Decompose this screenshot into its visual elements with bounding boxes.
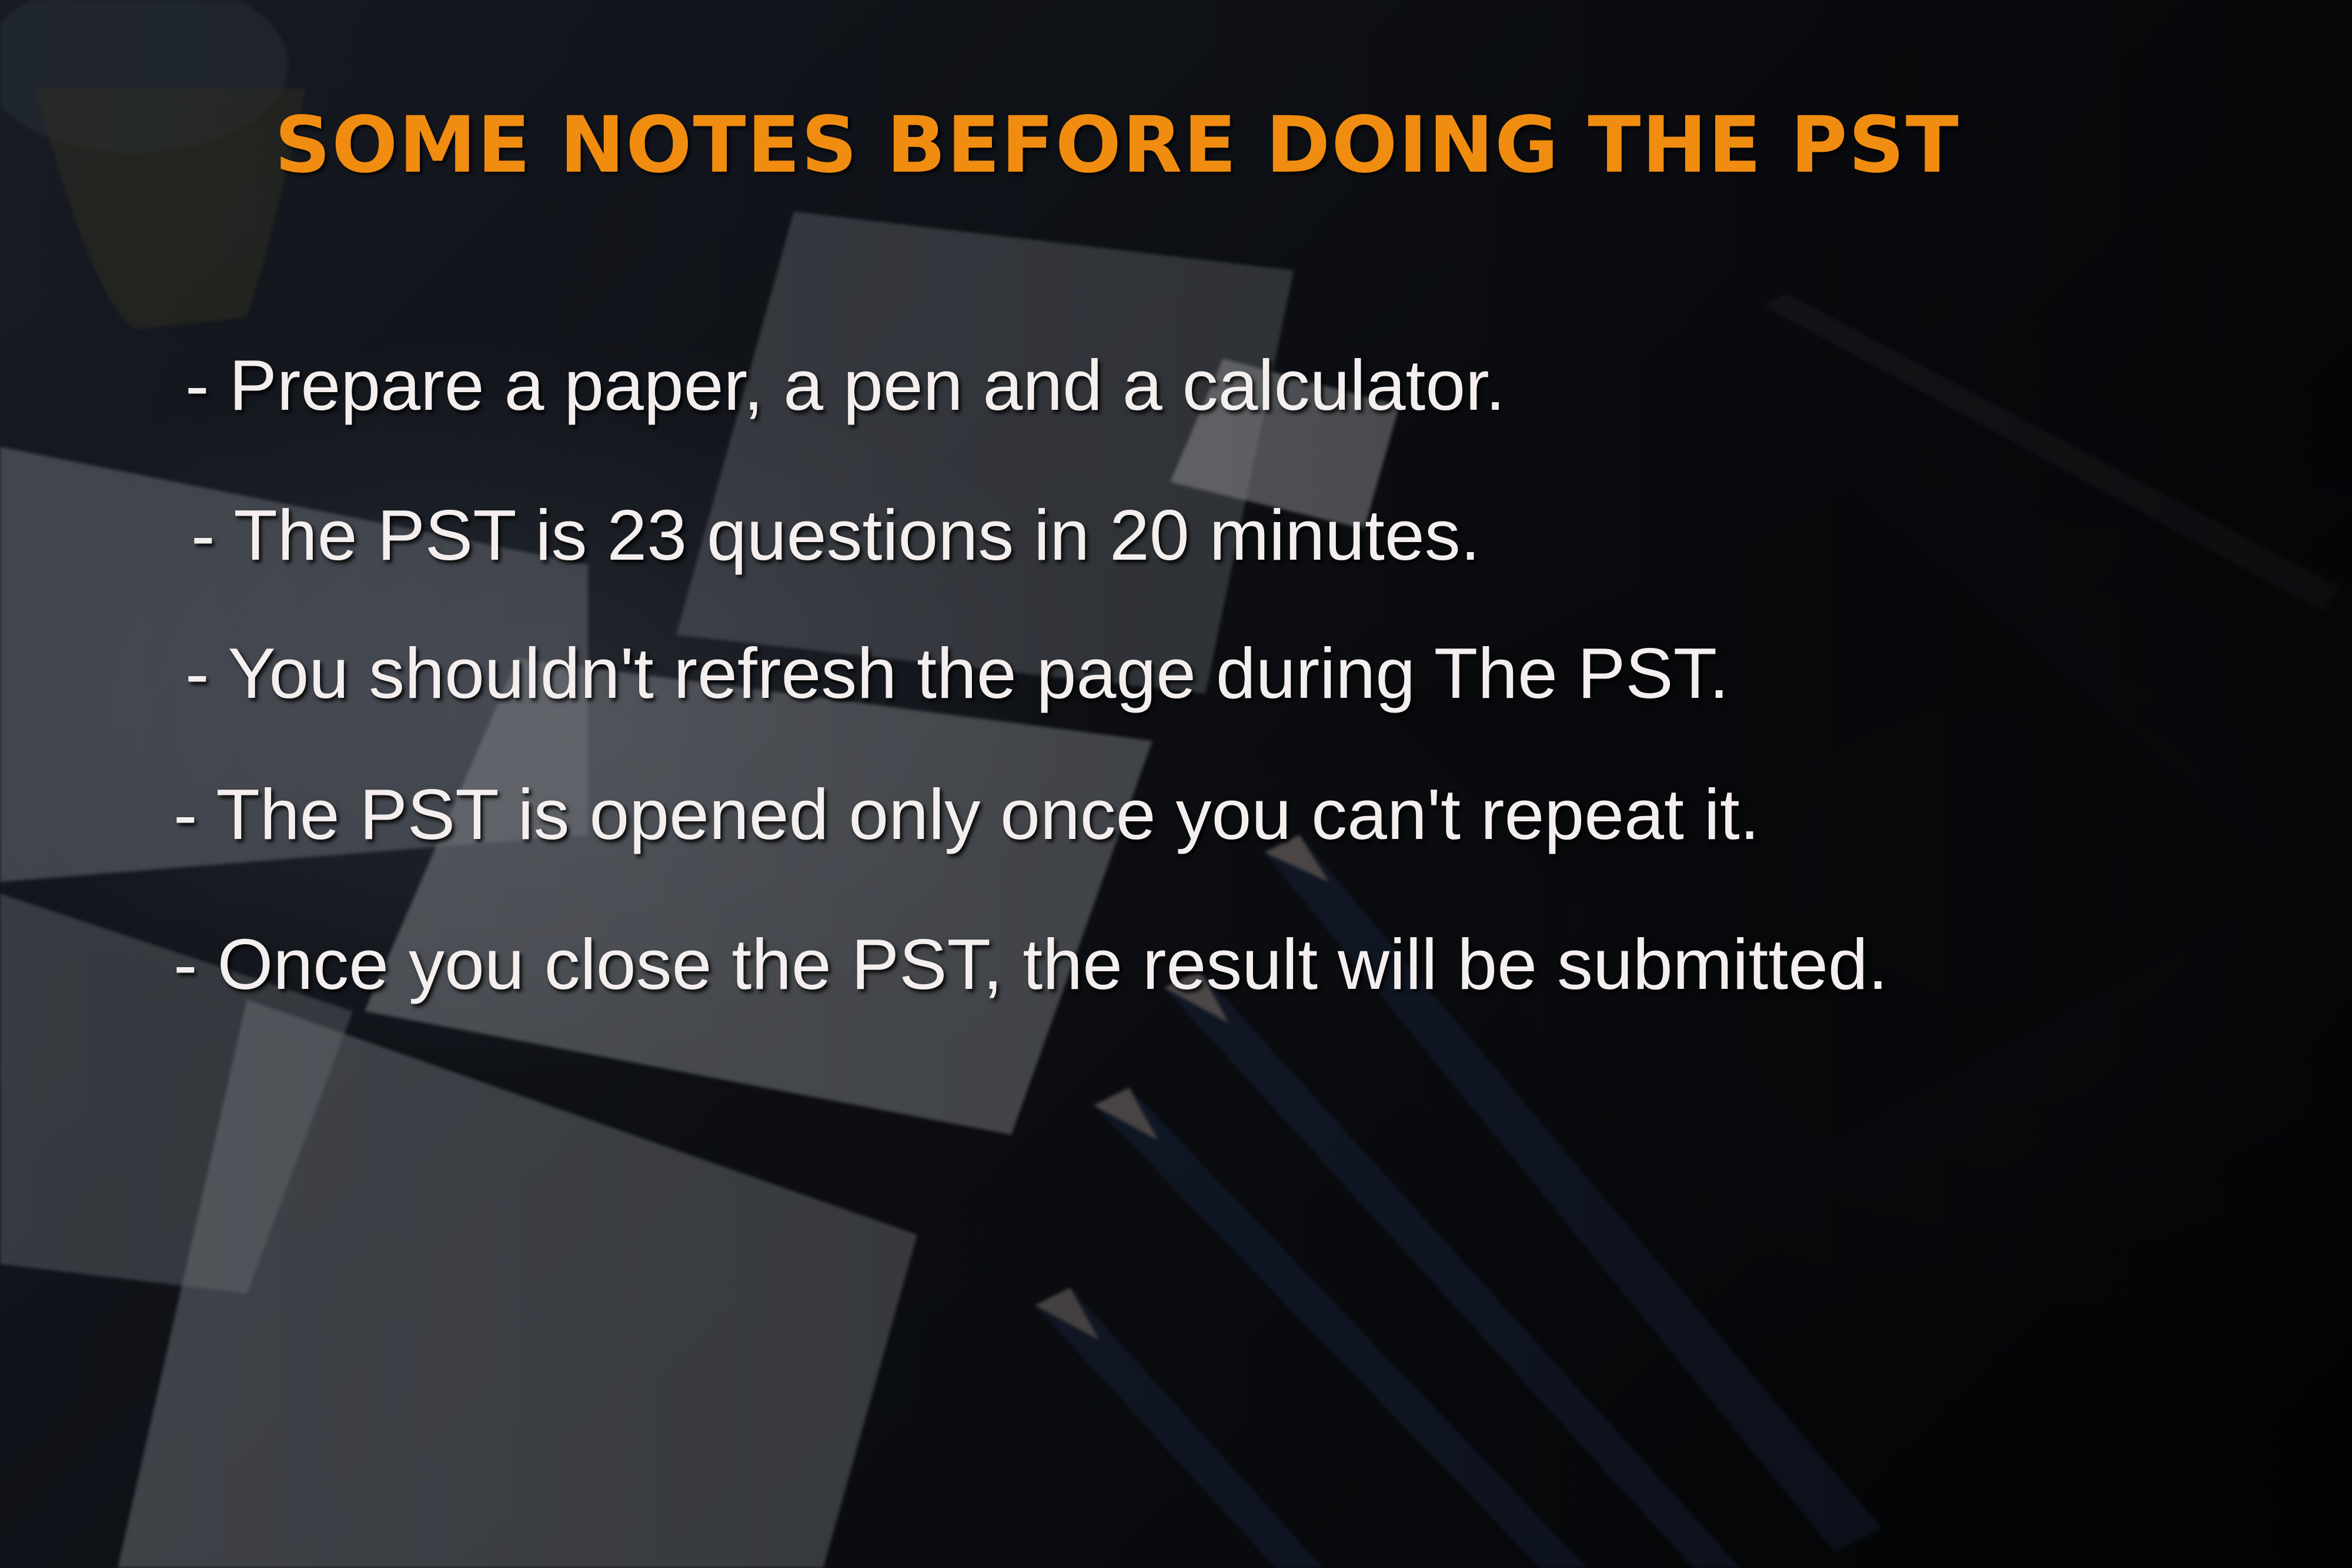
note-item: - The PST is 23 questions in 20 minutes. [191,495,1481,575]
note-item: - The PST is opened only once you can't … [173,774,1760,854]
note-item: - You shouldn't refresh the page during … [185,633,1729,713]
page-title: SOME NOTES BEFORE DOING THE PST [275,100,1960,190]
note-item: - Once you close the PST, the result wil… [173,924,1888,1004]
note-item: - Prepare a paper, a pen and a calculato… [185,345,1505,425]
slide: SOME NOTES BEFORE DOING THE PST - Prepar… [0,0,2352,1568]
